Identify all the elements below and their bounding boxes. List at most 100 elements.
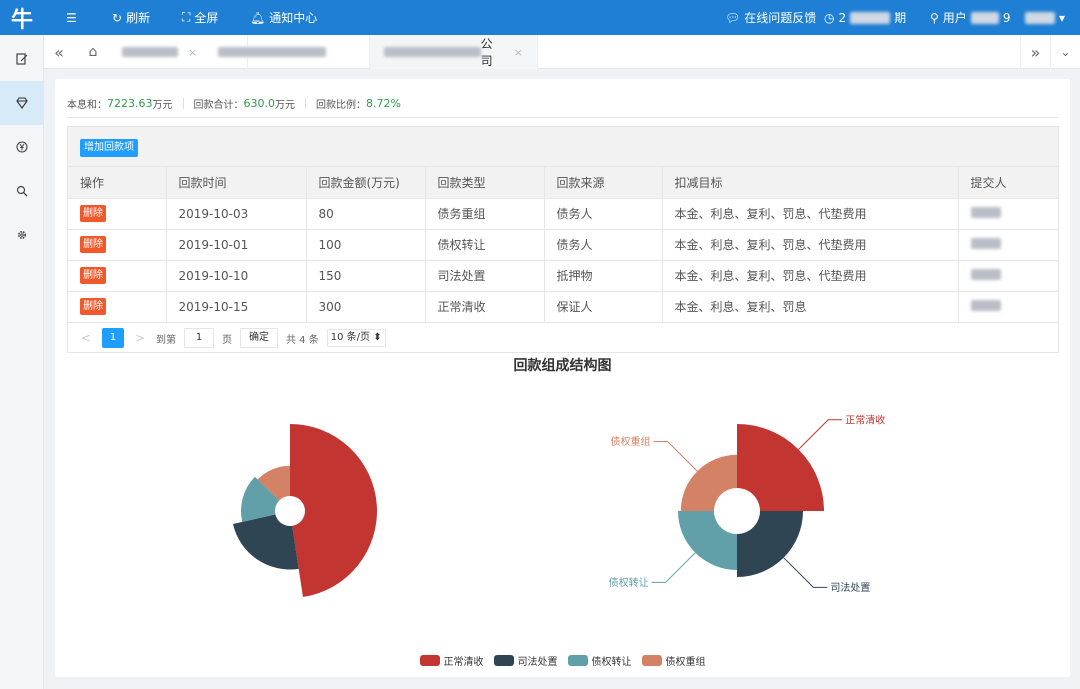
- sidebar-item-gem[interactable]: [0, 81, 44, 125]
- col-action: 操作: [68, 167, 167, 199]
- cell-target: 本金、利息、复利、罚息、代垫费用: [662, 198, 959, 230]
- divider: [182, 97, 184, 109]
- next-page-button[interactable]: >: [132, 331, 148, 345]
- cell-source: 抵押物: [544, 260, 663, 292]
- redacted-user: [970, 11, 999, 24]
- sidebar: [0, 35, 44, 689]
- goto-confirm-button[interactable]: 确定: [240, 328, 278, 348]
- caret-down-icon: ▾: [1059, 10, 1066, 25]
- prev-page-button[interactable]: <: [78, 331, 94, 345]
- delete-button[interactable]: 删除: [80, 205, 106, 222]
- goto-label: 到第: [156, 334, 176, 346]
- chart-legend: 正常清收 司法处置 债权转让 债权重组: [55, 653, 1070, 668]
- cell-action: 删除: [68, 260, 167, 292]
- tab-bar: « ⌂ × 公司 × » ⌄: [44, 35, 1080, 69]
- app-logo[interactable]: 牛: [0, 0, 44, 35]
- tab-title-suffix: 公司: [480, 37, 493, 68]
- close-icon[interactable]: ×: [188, 46, 197, 59]
- rose-chart-area: 正常清收司法处置 债权转让 债权重组: [609, 413, 886, 594]
- tabs-scroll-right[interactable]: »: [1020, 35, 1050, 69]
- refresh-button[interactable]: ↻ 刷新: [112, 0, 150, 35]
- period-display: ◷ 2 期: [824, 0, 906, 35]
- legend-label: 正常清收: [443, 657, 484, 668]
- redacted-submitter: [970, 206, 1001, 218]
- legend-item[interactable]: 债权重组: [641, 653, 706, 668]
- legend-swatch: [493, 655, 514, 666]
- cell-submitter: [958, 229, 1058, 261]
- period-suffix: 期: [894, 11, 907, 25]
- feedback-button[interactable]: 💬︎ 在线问题反馈: [725, 0, 816, 35]
- delete-button[interactable]: 删除: [80, 236, 106, 253]
- top-bar: 牛 ☰ ↻ 刷新 ⛶ 全屏 🔔︎ 通知中心 💬︎ 在线问题反馈 ◷ 2 期 ⚲ …: [0, 0, 1080, 35]
- cell-source: 债务人: [544, 198, 663, 230]
- chevron-down-icon: ⌄: [1060, 45, 1071, 59]
- notification-center-button[interactable]: 🔔︎ 通知中心: [250, 0, 317, 35]
- col-type: 回款类型: [425, 167, 545, 199]
- legend-item[interactable]: 债权转让: [567, 653, 632, 668]
- legend-label: 债权转让: [591, 657, 632, 668]
- cell-type: 债权转让: [425, 229, 545, 261]
- tabs-scroll-left[interactable]: «: [44, 35, 74, 69]
- redacted-submitter: [970, 268, 1001, 280]
- clock-icon: ◷: [824, 10, 835, 25]
- sidebar-item-settings[interactable]: [0, 213, 44, 257]
- user-icon: ⚲: [930, 10, 939, 25]
- tab-item-2[interactable]: [204, 35, 370, 69]
- page-size-select[interactable]: 10 条/页 ⬍: [326, 329, 386, 347]
- collapse-menu-button[interactable]: ☰: [66, 0, 77, 35]
- select-arrows-icon: ⬍: [373, 332, 382, 343]
- sidebar-item-yen[interactable]: [0, 125, 44, 169]
- repay-value: 630.0: [243, 96, 276, 110]
- notification-label: 通知中心: [269, 11, 318, 25]
- cell-date: 2019-10-01: [166, 229, 307, 261]
- user-display[interactable]: ⚲ 用户 9: [930, 0, 1010, 35]
- col-submitter: 提交人: [958, 167, 1058, 199]
- cell-submitter: [958, 291, 1058, 323]
- tabs-menu[interactable]: ⌄: [1050, 35, 1080, 69]
- delete-button[interactable]: 删除: [80, 298, 106, 315]
- cell-target: 本金、利息、复利、罚息、代垫费用: [662, 260, 959, 292]
- search-icon: [16, 185, 28, 197]
- redacted-tab-title: [122, 47, 178, 57]
- fullscreen-button[interactable]: ⛶ 全屏: [182, 0, 218, 35]
- edit-icon: [16, 53, 28, 65]
- col-target: 扣减目标: [662, 167, 959, 199]
- tab-home[interactable]: ⌂: [80, 35, 106, 69]
- summary-bar: 本息和： 7223.63 万元 回款合计： 630.0 万元 回款比例： 8.7…: [67, 95, 401, 111]
- tab-item-active[interactable]: 公司 ×: [370, 35, 538, 69]
- summary-divider: [67, 117, 1059, 118]
- rose-slice-1[interactable]: [290, 424, 377, 598]
- account-dropdown[interactable]: ▾: [1025, 0, 1065, 35]
- repayment-table: 操作 回款时间 回款金额(万元) 回款类型 回款来源 扣减目标 提交人 删除 2…: [68, 167, 1058, 323]
- table-row: 删除 2019-10-15 300 正常清收 保证人 本金、利息、复利、罚息: [68, 291, 1058, 323]
- sidebar-item-edit[interactable]: [0, 37, 44, 81]
- chart-title: 回款组成结构图: [513, 358, 612, 374]
- cell-target: 本金、利息、复利、罚息、代垫费用: [662, 229, 959, 261]
- cell-type: 正常清收: [425, 291, 545, 323]
- user-prefix: 用户: [942, 11, 967, 25]
- rose-slice-2[interactable]: [232, 514, 299, 570]
- legend-swatch: [567, 655, 588, 666]
- cell-action: 删除: [68, 229, 167, 261]
- wechat-icon: 💬︎: [725, 10, 741, 25]
- label-line: [798, 419, 843, 450]
- legend-item[interactable]: 司法处置: [493, 653, 558, 668]
- repay-unit: 万元: [275, 99, 295, 111]
- col-date: 回款时间: [166, 167, 307, 199]
- delete-button[interactable]: 删除: [80, 267, 106, 284]
- page-1-button[interactable]: 1: [102, 328, 124, 348]
- ratio-label: 回款比例：: [316, 99, 366, 111]
- sidebar-item-search[interactable]: [0, 169, 44, 213]
- page-size-value: 10 条/页: [330, 332, 371, 343]
- table-row: 删除 2019-10-10 150 司法处置 抵押物 本金、利息、复利、罚息、代…: [68, 260, 1058, 292]
- cell-amount: 100: [306, 229, 426, 261]
- add-repayment-button[interactable]: 增加回款项: [80, 139, 138, 157]
- redacted-tab-title: [384, 47, 481, 57]
- goto-page-input[interactable]: 1: [184, 328, 214, 348]
- redacted-tab-title: [218, 47, 326, 57]
- col-amount: 回款金额(万元): [306, 167, 426, 199]
- period-prefix: 2: [838, 10, 847, 25]
- close-icon[interactable]: ×: [514, 46, 523, 59]
- legend-item[interactable]: 正常清收: [419, 653, 484, 668]
- legend-swatch: [641, 655, 662, 666]
